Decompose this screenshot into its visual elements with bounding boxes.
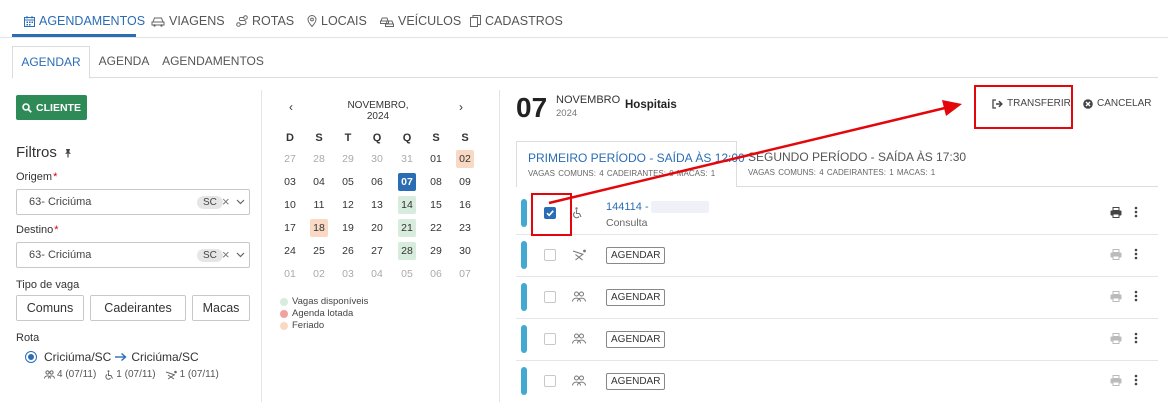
annotation-arrow	[548, 100, 962, 205]
